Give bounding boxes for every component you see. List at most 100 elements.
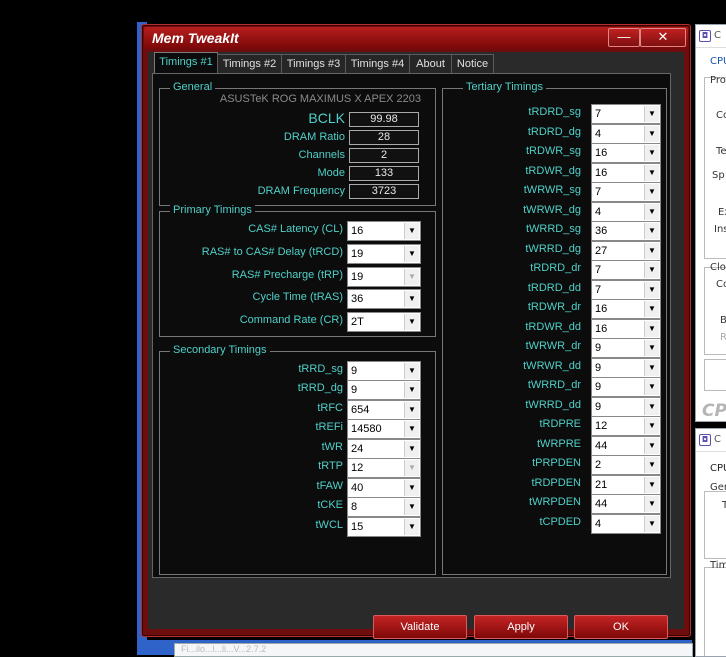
tertiary-timing-dropdown[interactable]: 36 ▼: [591, 221, 661, 241]
chevron-down-icon[interactable]: ▼: [644, 262, 659, 278]
chevron-down-icon[interactable]: ▼: [644, 438, 659, 454]
chevron-down-icon[interactable]: ▼: [644, 477, 659, 493]
bg-tab-cpu[interactable]: CPU: [710, 56, 726, 67]
bg-button[interactable]: [704, 359, 726, 391]
tab-about[interactable]: About: [409, 54, 452, 73]
chevron-down-icon[interactable]: ▼: [644, 145, 659, 161]
close-button[interactable]: ✕: [640, 28, 686, 47]
primary-timing-dropdown[interactable]: 16 ▼: [347, 221, 421, 241]
chevron-down-icon[interactable]: ▼: [404, 246, 419, 262]
chevron-down-icon[interactable]: ▼: [644, 282, 659, 298]
tertiary-timing-dropdown[interactable]: 7 ▼: [591, 280, 661, 300]
chevron-down-icon[interactable]: ▼: [644, 106, 659, 122]
tertiary-timing-dropdown[interactable]: 9 ▼: [591, 358, 661, 378]
apply-button[interactable]: Apply: [474, 615, 568, 639]
chevron-down-icon[interactable]: ▼: [404, 402, 419, 418]
timings-panel: General ASUSTeK ROG MAXIMUS X APEX 2203 …: [152, 73, 671, 578]
chevron-down-icon[interactable]: ▼: [644, 418, 659, 434]
background-cpuz-window-top[interactable]: ◘ C CPU Pro Co Te Sp Ex Ins Clo Co B R C…: [695, 24, 726, 422]
dropdown-value: 12: [351, 462, 364, 474]
background-cpuz-window-bottom[interactable]: ◘ C CPU Gen T Tim: [695, 428, 726, 657]
tertiary-timing-dropdown[interactable]: 7 ▼: [591, 104, 661, 124]
secondary-timing-dropdown[interactable]: 15 ▼: [347, 517, 421, 537]
tertiary-timing-dropdown[interactable]: 9 ▼: [591, 338, 661, 358]
tertiary-timing-label: tRDRD_sg: [528, 106, 581, 118]
tertiary-timing-dropdown[interactable]: 16 ▼: [591, 299, 661, 319]
chevron-down-icon[interactable]: ▼: [644, 223, 659, 239]
secondary-timing-label: tFAW: [316, 480, 343, 492]
bg-tab-cpu[interactable]: CPU: [710, 463, 726, 474]
chevron-down-icon[interactable]: ▼: [404, 460, 419, 476]
chevron-down-icon[interactable]: ▼: [404, 291, 419, 307]
secondary-timing-label: tRRD_dg: [297, 382, 343, 394]
dropdown-value: 16: [595, 323, 608, 335]
tab-timings-1[interactable]: Timings #1: [154, 52, 218, 74]
tertiary-timing-dropdown[interactable]: 44 ▼: [591, 436, 661, 456]
tertiary-timing-dropdown[interactable]: 16 ▼: [591, 319, 661, 339]
validate-button[interactable]: Validate: [373, 615, 467, 639]
secondary-timing-dropdown[interactable]: 8 ▼: [347, 497, 421, 517]
chevron-down-icon[interactable]: ▼: [644, 360, 659, 376]
chevron-down-icon[interactable]: ▼: [404, 441, 419, 457]
tertiary-timing-dropdown[interactable]: 9 ▼: [591, 377, 661, 397]
tertiary-timing-dropdown[interactable]: 12 ▼: [591, 416, 661, 436]
primary-timing-dropdown[interactable]: 19 ▼: [347, 244, 421, 264]
tab-notice[interactable]: Notice: [451, 54, 494, 73]
chevron-down-icon[interactable]: ▼: [644, 184, 659, 200]
chevron-down-icon[interactable]: ▼: [404, 223, 419, 239]
general-value: 99.98: [349, 112, 419, 127]
secondary-timing-dropdown[interactable]: 654 ▼: [347, 400, 421, 420]
secondary-timing-dropdown[interactable]: 14580 ▼: [347, 419, 421, 439]
bg-text: T: [722, 500, 726, 511]
minimize-button[interactable]: —: [608, 28, 640, 47]
chevron-down-icon[interactable]: ▼: [644, 516, 659, 532]
secondary-timing-dropdown[interactable]: 9 ▼: [347, 361, 421, 381]
chevron-down-icon[interactable]: ▼: [644, 496, 659, 512]
secondary-timing-dropdown[interactable]: 40 ▼: [347, 478, 421, 498]
tab-timings-4[interactable]: Timings #4: [345, 54, 410, 73]
chevron-down-icon[interactable]: ▼: [644, 340, 659, 356]
bg-text: Co: [716, 279, 726, 290]
window-titlebar[interactable]: Mem TweakIt — ✕: [144, 27, 688, 49]
chevron-down-icon[interactable]: ▼: [404, 480, 419, 496]
chevron-down-icon[interactable]: ▼: [644, 204, 659, 220]
tertiary-timing-dropdown[interactable]: 4 ▼: [591, 514, 661, 534]
tertiary-timing-dropdown[interactable]: 27 ▼: [591, 241, 661, 261]
secondary-timing-dropdown[interactable]: 12 ▼: [347, 458, 421, 478]
tertiary-timing-dropdown[interactable]: 44 ▼: [591, 494, 661, 514]
chevron-down-icon[interactable]: ▼: [644, 399, 659, 415]
chevron-down-icon[interactable]: ▼: [404, 382, 419, 398]
tab-timings-3[interactable]: Timings #3: [281, 54, 346, 73]
tertiary-timing-dropdown[interactable]: 4 ▼: [591, 202, 661, 222]
tertiary-timing-dropdown[interactable]: 16 ▼: [591, 143, 661, 163]
tertiary-timing-dropdown[interactable]: 7 ▼: [591, 182, 661, 202]
ok-button[interactable]: OK: [574, 615, 668, 639]
tertiary-timing-dropdown[interactable]: 16 ▼: [591, 163, 661, 183]
chevron-down-icon[interactable]: ▼: [404, 363, 419, 379]
tab-timings-2[interactable]: Timings #2: [217, 54, 282, 73]
secondary-timing-dropdown[interactable]: 9 ▼: [347, 380, 421, 400]
tertiary-timing-dropdown[interactable]: 9 ▼: [591, 397, 661, 417]
chevron-down-icon[interactable]: ▼: [404, 499, 419, 515]
tertiary-timing-dropdown[interactable]: 2 ▼: [591, 455, 661, 475]
tertiary-timing-dropdown[interactable]: 21 ▼: [591, 475, 661, 495]
primary-timing-dropdown[interactable]: 36 ▼: [347, 289, 421, 309]
primary-timing-dropdown[interactable]: 19 ▼: [347, 267, 421, 287]
chevron-down-icon[interactable]: ▼: [644, 165, 659, 181]
chevron-down-icon[interactable]: ▼: [404, 269, 419, 285]
chevron-down-icon[interactable]: ▼: [644, 457, 659, 473]
secondary-timing-dropdown[interactable]: 24 ▼: [347, 439, 421, 459]
chevron-down-icon[interactable]: ▼: [644, 126, 659, 142]
motherboard-name: ASUSTeK ROG MAXIMUS X APEX 2203: [219, 93, 421, 105]
chevron-down-icon[interactable]: ▼: [404, 519, 419, 535]
chevron-down-icon[interactable]: ▼: [644, 301, 659, 317]
chevron-down-icon[interactable]: ▼: [644, 243, 659, 259]
primary-timing-dropdown[interactable]: 2T ▼: [347, 312, 421, 332]
tertiary-timing-dropdown[interactable]: 7 ▼: [591, 260, 661, 280]
chevron-down-icon[interactable]: ▼: [644, 379, 659, 395]
tertiary-timing-dropdown[interactable]: 4 ▼: [591, 124, 661, 144]
general-group-title: General: [170, 81, 216, 93]
chevron-down-icon[interactable]: ▼: [404, 421, 419, 437]
chevron-down-icon[interactable]: ▼: [644, 321, 659, 337]
chevron-down-icon[interactable]: ▼: [404, 314, 419, 330]
